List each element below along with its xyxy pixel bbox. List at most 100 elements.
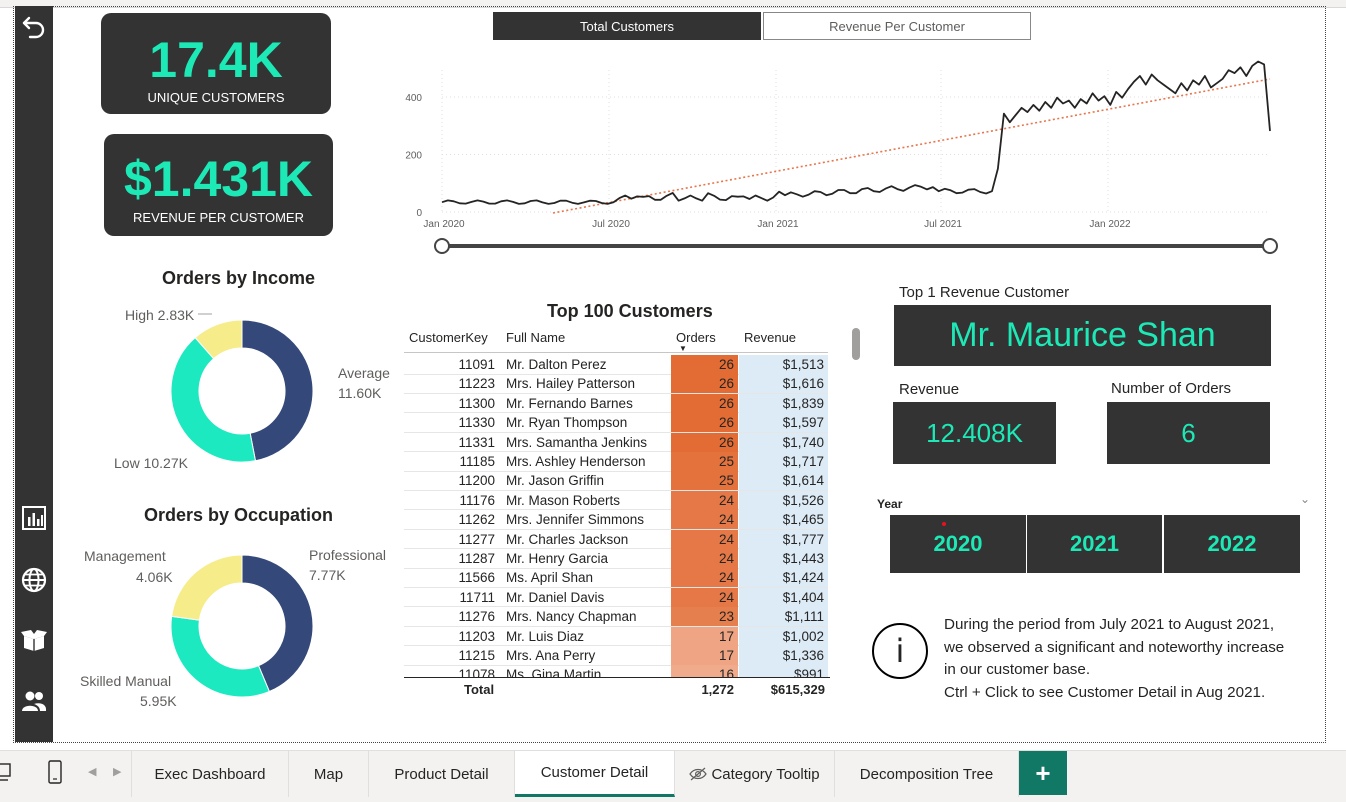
add-page-button[interactable]: + xyxy=(1019,751,1067,795)
occupation-skilled-value: 5.95K xyxy=(140,693,177,709)
occupation-slice-management[interactable] xyxy=(171,554,243,621)
users-icon[interactable] xyxy=(19,686,49,716)
income-slice-average[interactable] xyxy=(241,319,314,462)
table-row[interactable]: 11331 Mrs. Samantha Jenkins 26 $1,740 xyxy=(404,432,828,453)
table-row[interactable]: 11287 Mr. Henry Garcia 24 $1,443 xyxy=(404,549,828,569)
info-line-1: During the period from July 2021 to Augu… xyxy=(944,616,1275,633)
bar-chart-icon[interactable] xyxy=(19,503,49,533)
desktop-view-icon[interactable] xyxy=(0,761,14,785)
table-row[interactable]: 11300 Mr. Fernando Barnes 26 $1,839 xyxy=(404,393,828,414)
year-button-2022[interactable]: 2022 xyxy=(1164,515,1300,573)
cell-full-name: Mrs. Nancy Chapman xyxy=(506,609,637,625)
back-arrow-icon[interactable] xyxy=(19,12,49,42)
cell-revenue: $1,404 xyxy=(739,587,828,607)
customers-series-line xyxy=(441,60,1271,205)
sort-descending-icon: ▼ xyxy=(679,344,687,353)
tab-category-tooltip[interactable]: Category Tooltip xyxy=(675,751,835,797)
table-row[interactable]: 11176 Mr. Mason Roberts 24 $1,526 xyxy=(404,490,828,511)
revenue-per-customer-card: $1.431K REVENUE PER CUSTOMER xyxy=(104,134,333,236)
tab-map[interactable]: Map xyxy=(289,751,369,797)
cell-revenue: $1,717 xyxy=(739,452,828,471)
cell-orders: 24 xyxy=(671,490,738,510)
table-row[interactable]: 11200 Mr. Jason Griffin 25 $1,614 xyxy=(404,471,828,491)
header-full-name[interactable]: Full Name xyxy=(506,330,565,345)
chevron-down-icon[interactable]: ⌄ xyxy=(1300,492,1310,506)
cell-full-name: Mr. Daniel Davis xyxy=(506,589,605,605)
cell-customer-key: 11277 xyxy=(458,531,495,547)
unique-customers-label: UNIQUE CUSTOMERS xyxy=(147,90,285,105)
tab-scroll-left-icon[interactable]: ◀ xyxy=(88,765,96,778)
cell-revenue: $1,002 xyxy=(739,626,828,646)
year-slicer-label: Year xyxy=(877,497,903,511)
cell-orders: 17 xyxy=(671,646,738,665)
tab-exec-dashboard[interactable]: Exec Dashboard xyxy=(131,751,289,797)
header-customer-key[interactable]: CustomerKey xyxy=(409,330,488,345)
cell-customer-key: 11566 xyxy=(458,570,495,586)
cell-revenue: $1,465 xyxy=(739,510,828,530)
table-scrollbar-thumb[interactable] xyxy=(852,328,860,360)
date-range-slider-start-handle[interactable] xyxy=(434,238,450,254)
tab-customer-detail[interactable]: Customer Detail xyxy=(515,751,675,797)
cell-customer-key: 11223 xyxy=(458,376,495,392)
date-range-slider-end-handle[interactable] xyxy=(1262,238,1278,254)
table-row[interactable]: 11276 Mrs. Nancy Chapman 23 $1,111 xyxy=(404,607,828,627)
y-tick-label: 200 xyxy=(405,151,422,162)
cell-orders: 23 xyxy=(671,607,738,627)
table-row[interactable]: 11566 Ms. April Shan 24 $1,424 xyxy=(404,568,828,588)
tab-product-detail[interactable]: Product Detail xyxy=(369,751,515,797)
cell-orders: 24 xyxy=(671,549,738,568)
table-row[interactable]: 11277 Mr. Charles Jackson 24 $1,777 xyxy=(404,529,828,550)
table-row[interactable]: 11223 Mrs. Hailey Patterson 26 $1,616 xyxy=(404,374,828,394)
info-text: During the period from July 2021 to Augu… xyxy=(944,614,1324,704)
x-tick-label: Jan 2020 xyxy=(423,219,465,230)
income-donut-chart xyxy=(170,319,314,463)
table-row[interactable]: 11185 Mrs. Ashley Henderson 25 $1,717 xyxy=(404,452,828,472)
income-low-label: Low 10.27K xyxy=(114,455,188,471)
cell-revenue: $1,777 xyxy=(739,529,828,549)
cell-customer-key: 11331 xyxy=(458,434,495,450)
cell-customer-key: 11200 xyxy=(458,473,495,489)
table-row[interactable]: 11711 Mr. Daniel Davis 24 $1,404 xyxy=(404,587,828,608)
income-average-value: 11.60K xyxy=(338,385,382,401)
tab-scroll-right-icon[interactable]: ▶ xyxy=(113,765,121,778)
cell-revenue: $1,740 xyxy=(739,432,828,452)
customers-trend-chart: 0 200 400 Jan 2020 Jul 2020 Jan 2021 Jul 2021… xyxy=(405,60,1278,254)
tab-decomposition-tree[interactable]: Decomposition Tree xyxy=(835,751,1019,797)
top-customer-orders-value: 6 xyxy=(1107,402,1270,464)
globe-icon[interactable] xyxy=(19,565,49,595)
cell-full-name: Mrs. Ana Perry xyxy=(506,648,596,663)
header-revenue[interactable]: Revenue xyxy=(744,330,796,345)
header-orders[interactable]: Orders xyxy=(676,330,716,345)
year-button-2020[interactable]: 2020 xyxy=(890,515,1026,573)
open-box-icon[interactable] xyxy=(19,625,49,655)
revenue-per-customer-label: REVENUE PER CUSTOMER xyxy=(133,210,304,225)
table-row[interactable]: 11262 Mrs. Jennifer Simmons 24 $1,465 xyxy=(404,510,828,530)
hidden-page-icon xyxy=(689,767,708,781)
table-row[interactable]: 11091 Mr. Dalton Perez 26 $1,513 xyxy=(404,355,828,375)
x-tick-label: Jul 2020 xyxy=(592,219,630,230)
cell-orders: 25 xyxy=(671,452,738,471)
cell-revenue: $1,336 xyxy=(739,646,828,665)
cell-revenue: $1,424 xyxy=(739,568,828,588)
cell-customer-key: 11330 xyxy=(458,415,495,431)
income-average-name: Average xyxy=(338,365,390,381)
occupation-donut-chart xyxy=(170,554,314,698)
total-revenue: $615,329 xyxy=(770,682,825,697)
total-customers-toggle[interactable]: Total Customers xyxy=(493,12,761,40)
table-row[interactable]: 11330 Mr. Ryan Thompson 26 $1,597 xyxy=(404,413,828,433)
trend-line xyxy=(552,78,1271,214)
cell-revenue: $1,616 xyxy=(739,374,828,394)
table-row[interactable]: 11203 Mr. Luis Diaz 17 $1,002 xyxy=(404,626,828,647)
revenue-per-customer-toggle[interactable]: Revenue Per Customer xyxy=(763,12,1031,40)
cell-revenue: $1,839 xyxy=(739,393,828,413)
cell-full-name: Mr. Mason Roberts xyxy=(506,492,621,508)
occupation-slice-skilled-manual[interactable] xyxy=(170,615,271,698)
info-icon[interactable]: i xyxy=(872,623,928,679)
mobile-view-icon[interactable] xyxy=(46,759,64,785)
cell-revenue: $1,614 xyxy=(739,471,828,491)
cell-orders: 26 xyxy=(671,393,738,413)
year-button-2021[interactable]: 2021 xyxy=(1027,515,1162,573)
cell-full-name: Mr. Luis Diaz xyxy=(506,628,585,644)
info-line-4: Ctrl + Click to see Customer Detail in A… xyxy=(944,683,1266,701)
table-row[interactable]: 11215 Mrs. Ana Perry 17 $1,336 xyxy=(404,646,828,666)
